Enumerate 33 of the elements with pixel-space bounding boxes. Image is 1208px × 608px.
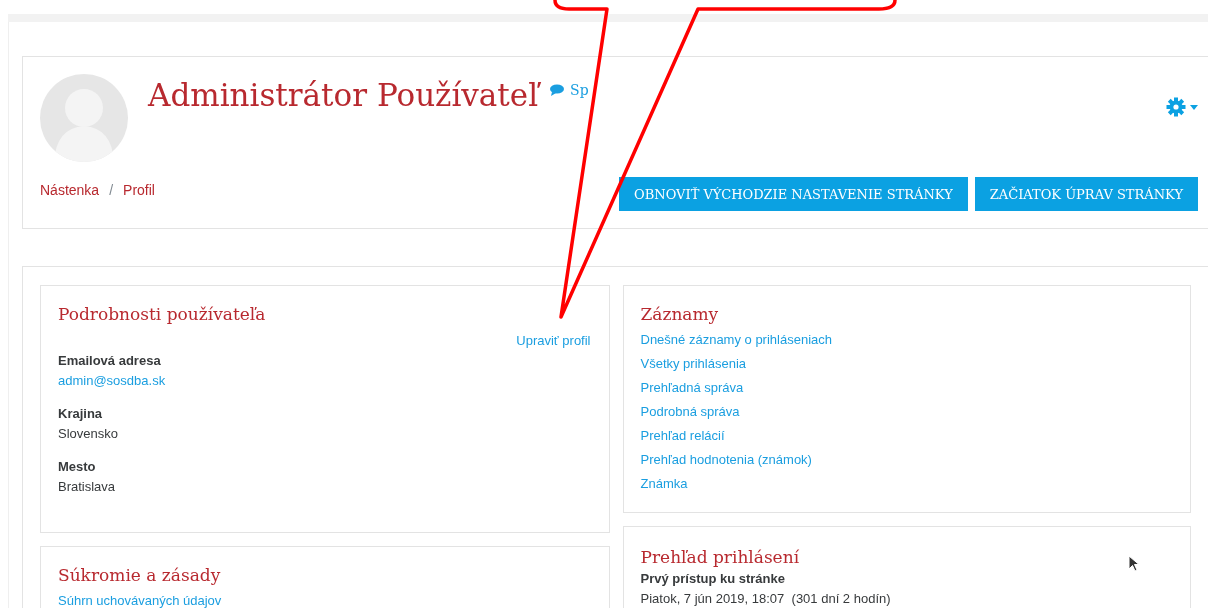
page-action-button[interactable]: OBNOVIŤ VÝCHODZIE NASTAVENIE STRÁNKY xyxy=(619,177,968,211)
profile-name: Administrátor Používateľ xyxy=(148,77,539,113)
edit-profile-link[interactable]: Upraviť profil xyxy=(516,331,591,351)
privacy-link[interactable]: Súhrn uchovávaných údajov xyxy=(58,591,222,608)
card-title: Podrobnosti používateľa xyxy=(58,303,266,326)
card-title: Prehľad prihlásení xyxy=(640,546,800,569)
field-label: Krajina xyxy=(58,405,103,423)
message-link[interactable]: Sp xyxy=(550,82,589,98)
settings-menu-button[interactable] xyxy=(1166,97,1198,117)
field-value: Slovensko xyxy=(58,425,118,443)
report-link[interactable]: Všetky prihlásenia xyxy=(640,354,746,374)
breadcrumb-link[interactable]: Profil xyxy=(123,182,155,198)
mouse-cursor-icon xyxy=(1128,555,1142,573)
report-link[interactable]: Známka xyxy=(640,474,688,494)
page-action-button[interactable]: ZAČIATOK ÚPRAV STRÁNKY xyxy=(974,177,1198,211)
breadcrumb-link[interactable]: Nástenka xyxy=(40,182,100,198)
report-link[interactable]: Podrobná správa xyxy=(640,402,740,422)
field-label: Prvý prístup ku stránke xyxy=(640,570,785,588)
report-link[interactable]: Prehľad hodnotenia (známok) xyxy=(640,450,812,470)
report-link[interactable]: Prehľad relácií xyxy=(640,426,725,446)
breadcrumb-separator: / xyxy=(109,182,114,198)
field-value: Piatok, 7 jún 2019, 18:07 (301 dní 2 hodín) xyxy=(640,590,891,608)
field-value: Bratislava xyxy=(58,478,116,496)
email-link[interactable]: admin@sosdba.sk xyxy=(58,371,166,391)
settings-icon xyxy=(1166,97,1186,117)
report-link[interactable]: Dnešné záznamy o prihláseniach xyxy=(640,330,832,350)
card-title: Záznamy xyxy=(640,303,719,326)
caret-icon xyxy=(1190,104,1198,110)
speech-bubble-icon xyxy=(550,84,565,96)
field-label: Mesto xyxy=(58,458,96,476)
card-title: Súkromie a zásady xyxy=(58,564,221,587)
report-link[interactable]: Prehľadná správa xyxy=(640,378,744,398)
field-label: Emailová adresa xyxy=(58,352,161,370)
